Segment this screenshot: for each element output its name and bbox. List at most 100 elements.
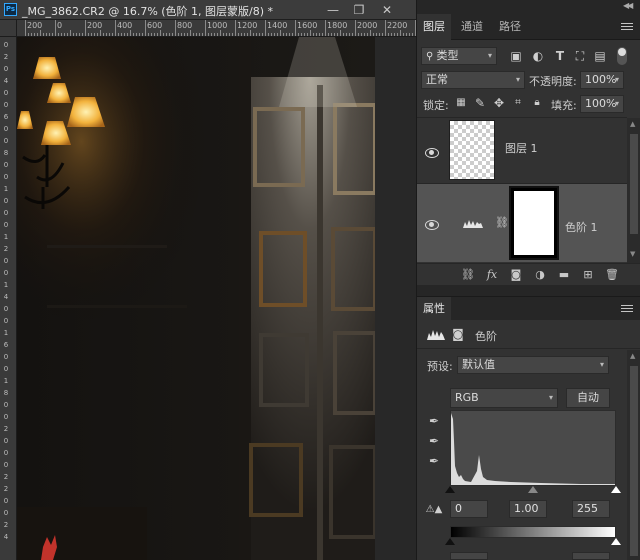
layer-row-levels1[interactable]: ⛓ 色阶 1 bbox=[417, 184, 627, 262]
fill-input[interactable]: 100% ▾ bbox=[580, 95, 624, 113]
ruler-tick bbox=[208, 33, 209, 36]
input-black-field[interactable]: 0 bbox=[450, 500, 488, 518]
visibility-eye-icon[interactable] bbox=[425, 220, 439, 230]
close-button[interactable]: ✕ bbox=[374, 0, 400, 20]
output-black-field[interactable] bbox=[450, 552, 488, 560]
filter-pixel-icon[interactable]: ▣ bbox=[509, 49, 523, 63]
auto-button[interactable]: 自动 bbox=[566, 388, 610, 408]
properties-scrollbar[interactable]: ▲ bbox=[627, 350, 640, 560]
ruler-tick bbox=[256, 33, 257, 36]
horizontal-ruler[interactable]: 200 0 200 400 600 800 1000 1200 1400 1600 1800 2000… bbox=[17, 20, 416, 37]
input-gamma-field[interactable]: 1.00 bbox=[509, 500, 547, 518]
black-input-slider[interactable] bbox=[445, 486, 455, 493]
levels-adjustment-icon bbox=[427, 328, 445, 340]
layers-panel-menu-icon[interactable] bbox=[621, 23, 633, 33]
black-point-eyedropper-icon[interactable]: ✒ bbox=[427, 414, 441, 428]
filter-type-icon[interactable]: T bbox=[553, 49, 567, 63]
tab-paths[interactable]: 路径 bbox=[493, 14, 527, 40]
ruler-tick bbox=[388, 33, 389, 36]
ruler-label: 0 bbox=[3, 197, 9, 205]
lock-transparent-icon[interactable]: ▦ bbox=[455, 96, 467, 110]
canvas-area[interactable] bbox=[17, 37, 416, 560]
ruler-tick bbox=[43, 33, 44, 36]
preset-select[interactable]: 默认值 ▾ bbox=[457, 356, 609, 374]
minimize-button[interactable]: — bbox=[320, 0, 346, 20]
ruler-label: 400 bbox=[117, 21, 133, 30]
scroll-down-icon[interactable]: ▼ bbox=[630, 250, 635, 258]
tab-channels[interactable]: 通道 bbox=[455, 14, 489, 40]
trash-icon[interactable]: 🗑︎ bbox=[605, 268, 619, 282]
ruler-tick bbox=[355, 20, 356, 36]
ruler-tick bbox=[88, 33, 89, 36]
folder-icon[interactable]: ▬ bbox=[557, 268, 571, 282]
collapse-panels-icon[interactable]: ◀◀ bbox=[623, 1, 633, 10]
document-photo[interactable] bbox=[17, 37, 375, 560]
scroll-up-icon[interactable]: ▲ bbox=[630, 120, 635, 128]
black-output-slider[interactable] bbox=[445, 538, 455, 545]
ruler-tick bbox=[397, 33, 398, 36]
channel-select[interactable]: RGB ▾ bbox=[450, 388, 558, 408]
lock-position-icon[interactable]: ✥ bbox=[493, 96, 505, 110]
chevron-down-icon: ▾ bbox=[599, 360, 604, 369]
panel-dock-header[interactable]: ◀◀ bbox=[417, 0, 640, 14]
ruler-tick bbox=[157, 33, 158, 36]
scroll-thumb[interactable] bbox=[630, 134, 638, 234]
layer-name[interactable]: 色阶 1 bbox=[565, 219, 598, 235]
adjustment-icon[interactable]: ◑ bbox=[533, 268, 547, 282]
clipping-warning-icon[interactable]: ⚠▲ bbox=[423, 503, 445, 517]
ruler-origin[interactable] bbox=[0, 20, 17, 37]
mask-properties-icon[interactable]: ◙ bbox=[451, 327, 465, 341]
ruler-tick bbox=[100, 30, 101, 36]
fill-label: 填充: bbox=[551, 99, 577, 112]
ruler-tick bbox=[289, 33, 290, 36]
properties-panel-menu-icon[interactable] bbox=[621, 305, 633, 315]
lock-brush-icon[interactable]: ✎ bbox=[474, 96, 486, 110]
white-input-slider[interactable] bbox=[611, 486, 621, 493]
ruler-label: 1200 bbox=[237, 21, 258, 30]
scroll-up-icon[interactable]: ▲ bbox=[630, 352, 635, 360]
photoshop-logo-icon: Ps bbox=[4, 3, 17, 16]
mask-link-icon[interactable]: ⛓ bbox=[495, 216, 509, 230]
white-point-eyedropper-icon[interactable]: ✒ bbox=[427, 454, 441, 468]
ruler-tick bbox=[250, 30, 251, 36]
scroll-thumb[interactable] bbox=[630, 366, 638, 556]
right-panel-dock: ◀◀ 图层 通道 路径 ⚲ 类型 ▾ ▣ ◐ T ⛶ ▤ 正常 ▾ 不透明度: … bbox=[416, 0, 640, 560]
gray-point-eyedropper-icon[interactable]: ✒ bbox=[427, 434, 441, 448]
ruler-tick bbox=[262, 33, 263, 36]
new-layer-icon[interactable]: ⊞ bbox=[581, 268, 595, 282]
opacity-input[interactable]: 100% ▾ bbox=[580, 71, 624, 89]
visibility-eye-icon[interactable] bbox=[425, 148, 439, 158]
layer-filter-select[interactable]: ⚲ 类型 ▾ bbox=[421, 47, 497, 65]
output-white-field[interactable] bbox=[572, 552, 610, 560]
ruler-tick bbox=[52, 33, 53, 36]
white-output-slider[interactable] bbox=[611, 538, 621, 545]
output-slider-track[interactable] bbox=[445, 538, 621, 546]
document-titlebar[interactable]: Ps _MG_3862.CR2 @ 16.7% (色阶 1, 图层蒙版/8) *… bbox=[0, 0, 416, 20]
tab-properties[interactable]: 属性 bbox=[417, 297, 451, 321]
filter-adjustment-icon[interactable]: ◐ bbox=[531, 49, 545, 63]
vertical-ruler[interactable]: 0 2 0 4 0 0 6 0 0 8 0 0 1 0 0 0 1 2 0 0 1 4 0 0 1 6 0 0 1 8 0 0 2 0 0 0 2 2 0 0… bbox=[0, 37, 17, 560]
layer-mask-thumbnail[interactable] bbox=[509, 186, 559, 260]
ruler-tick bbox=[169, 33, 170, 36]
layer-name[interactable]: 图层 1 bbox=[505, 140, 538, 156]
lock-all-icon[interactable]: 🔒︎ bbox=[531, 96, 543, 110]
filter-smart-object-icon[interactable]: ▤ bbox=[593, 49, 607, 63]
blend-mode-select[interactable]: 正常 ▾ bbox=[421, 71, 525, 89]
layers-scrollbar[interactable]: ▲ ▼ bbox=[627, 118, 640, 263]
filter-toggle-icon[interactable] bbox=[617, 47, 627, 65]
ruler-tick bbox=[217, 33, 218, 36]
input-slider-track[interactable] bbox=[445, 486, 621, 494]
maximize-button[interactable]: ❐ bbox=[346, 0, 372, 20]
ruler-tick bbox=[361, 33, 362, 36]
chevron-down-icon: ▾ bbox=[548, 393, 553, 402]
output-gradient-bar bbox=[450, 526, 616, 538]
link-icon[interactable]: ⛓ bbox=[461, 268, 475, 282]
filter-shape-icon[interactable]: ⛶ bbox=[573, 49, 587, 63]
mask-icon[interactable]: ◙ bbox=[509, 268, 523, 282]
gamma-input-slider[interactable] bbox=[528, 486, 538, 493]
fx-icon[interactable]: fx bbox=[485, 268, 499, 282]
ruler-tick bbox=[25, 20, 26, 36]
lock-artboard-icon[interactable]: ⌗ bbox=[512, 96, 524, 110]
tab-layers[interactable]: 图层 bbox=[417, 14, 451, 40]
input-white-field[interactable]: 255 bbox=[572, 500, 610, 518]
